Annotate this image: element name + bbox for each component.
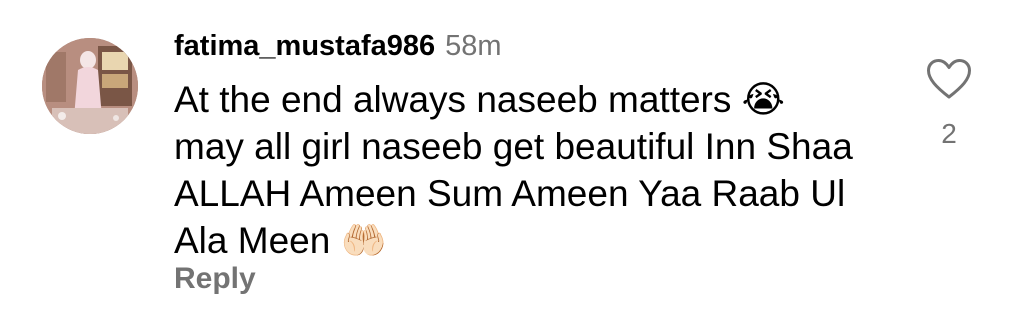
praying-hands-emoji-icon: 🤲🏻 bbox=[340, 219, 387, 262]
reply-button[interactable]: Reply bbox=[174, 262, 256, 296]
avatar[interactable] bbox=[42, 38, 138, 134]
avatar-photo-icon bbox=[42, 38, 138, 134]
comment-text-part-2: may all girl naseeb get beautiful Inn Sh… bbox=[174, 126, 853, 261]
comment-item: fatima_mustafa986 58m At the end always … bbox=[0, 0, 1024, 326]
comment-text-part-1: At the end always naseeb matters bbox=[174, 79, 742, 120]
heart-outline-icon[interactable] bbox=[926, 58, 972, 100]
comment-text: At the end always naseeb matters 😭 may a… bbox=[174, 76, 894, 264]
username-link[interactable]: fatima_mustafa986 bbox=[174, 30, 435, 63]
crying-face-emoji-icon: 😭 bbox=[741, 78, 785, 121]
comment-header: fatima_mustafa986 58m bbox=[174, 30, 502, 70]
comment-timestamp: 58m bbox=[445, 30, 502, 62]
like-section: 2 bbox=[920, 58, 978, 158]
like-count: 2 bbox=[941, 118, 957, 149]
